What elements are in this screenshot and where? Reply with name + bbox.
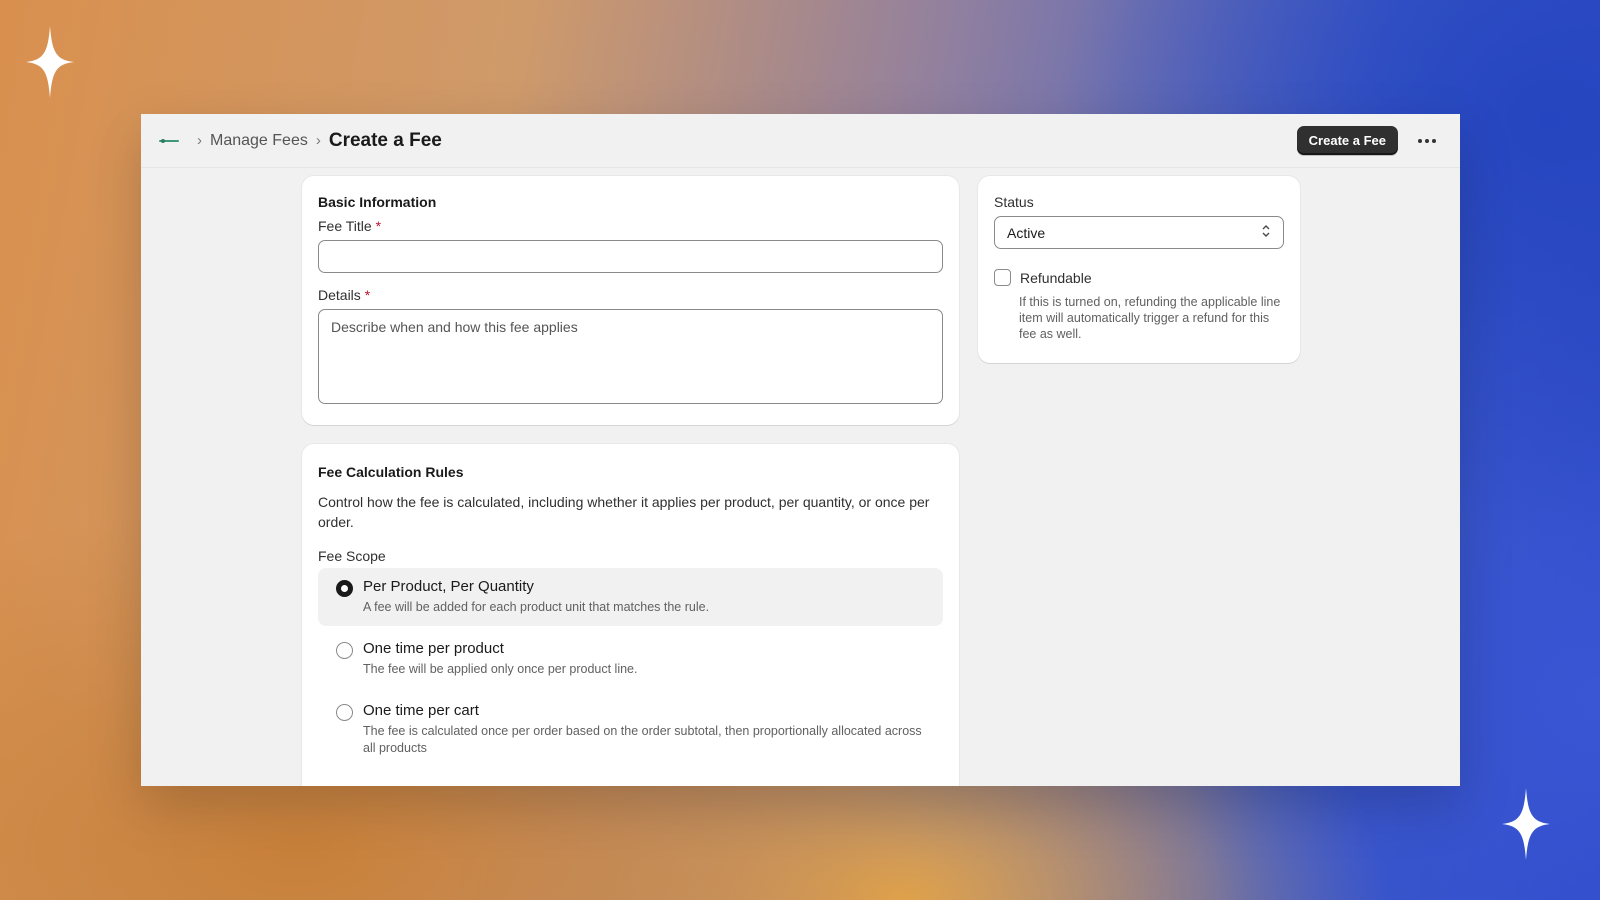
app-window: › Manage Fees › Create a Fee Create a Fe…: [141, 114, 1460, 786]
radio-unchecked[interactable]: [336, 704, 353, 721]
scope-option-one-time-per-product[interactable]: One time per product The fee will be app…: [318, 630, 943, 688]
refundable-label: Refundable: [1020, 269, 1092, 286]
rules-description: Control how the fee is calculated, inclu…: [318, 494, 930, 530]
ellipsis-icon[interactable]: [1414, 135, 1440, 147]
refundable-checkbox[interactable]: [994, 269, 1011, 286]
refundable-row[interactable]: Refundable: [994, 269, 1284, 286]
radio-checked[interactable]: [336, 580, 353, 597]
create-fee-button[interactable]: Create a Fee: [1296, 126, 1398, 155]
status-label: Status: [994, 194, 1034, 210]
status-card: Status Active Refundable If this is turn…: [978, 176, 1300, 363]
breadcrumb-chevron-icon: ›: [197, 132, 202, 149]
sparkle-icon: [26, 26, 74, 98]
fee-scope-label: Fee Scope: [318, 548, 386, 564]
radio-unchecked[interactable]: [336, 642, 353, 659]
select-arrows-icon: [1261, 224, 1271, 241]
status-select[interactable]: Active: [994, 216, 1284, 249]
refundable-help-text: If this is turned on, refunding the appl…: [1019, 295, 1281, 341]
scope-option-one-time-per-cart[interactable]: One time per cart The fee is calculated …: [318, 692, 943, 767]
fee-calculation-rules-card: Fee Calculation Rules Control how the fe…: [302, 444, 959, 786]
basic-information-card: Basic Information Fee Title * Details * …: [302, 176, 959, 425]
details-textarea[interactable]: Describe when and how this fee applies: [318, 309, 943, 404]
page-title: Create a Fee: [328, 129, 442, 151]
scope-option-per-product-per-quantity[interactable]: Per Product, Per Quantity A fee will be …: [318, 568, 943, 626]
section-title: Fee Calculation Rules: [318, 464, 464, 480]
details-label: Details *: [318, 287, 371, 303]
section-title: Basic Information: [318, 194, 437, 210]
app-logo-icon[interactable]: [159, 138, 179, 144]
breadcrumb-manage-fees[interactable]: Manage Fees: [210, 132, 308, 150]
sparkle-icon: [1502, 788, 1550, 860]
breadcrumb-chevron-icon: ›: [315, 132, 321, 149]
fee-title-input[interactable]: [318, 240, 943, 273]
top-bar: › Manage Fees › Create a Fee Create a Fe…: [141, 114, 1460, 168]
fee-title-label: Fee Title *: [318, 218, 382, 234]
